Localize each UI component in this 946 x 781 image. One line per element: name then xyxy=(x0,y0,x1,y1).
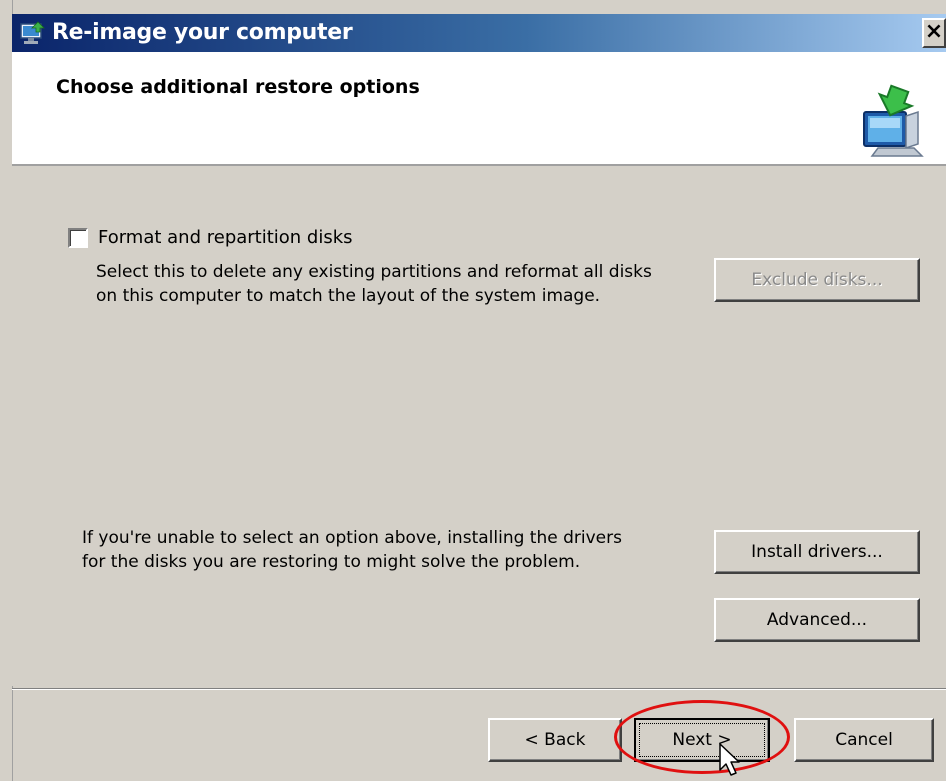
computer-restore-icon xyxy=(20,21,45,44)
advanced-button[interactable]: Advanced... xyxy=(714,598,920,642)
computer-restore-arrow-icon xyxy=(863,84,924,157)
cancel-button[interactable]: Cancel xyxy=(794,718,934,762)
close-button[interactable]: × xyxy=(922,18,946,48)
re-image-dialog: Re-image your computer × Choose addition… xyxy=(0,0,946,781)
next-button[interactable]: Next > xyxy=(634,718,770,762)
footer-divider xyxy=(12,688,946,690)
wizard-header: Choose additional restore options xyxy=(12,52,946,166)
format-repartition-label[interactable]: Format and repartition disks xyxy=(98,227,353,248)
format-description: Select this to delete any existing parti… xyxy=(96,260,652,308)
drivers-description-line1: If you're unable to select an option abo… xyxy=(82,528,622,548)
format-repartition-checkbox[interactable] xyxy=(68,228,88,248)
install-drivers-button[interactable]: Install drivers... xyxy=(714,530,920,574)
exclude-disks-button[interactable]: Exclude disks... xyxy=(714,258,920,302)
title-bar[interactable]: Re-image your computer × xyxy=(12,14,946,53)
format-description-line2: on this computer to match the layout of … xyxy=(96,286,601,306)
back-button[interactable]: < Back xyxy=(488,718,622,762)
format-description-line1: Select this to delete any existing parti… xyxy=(96,262,652,282)
wizard-body: Format and repartition disks Select this… xyxy=(12,166,946,686)
page-title: Choose additional restore options xyxy=(56,76,420,98)
mouse-pointer-icon xyxy=(719,743,740,776)
drivers-description: If you're unable to select an option abo… xyxy=(82,526,622,574)
window-title: Re-image your computer xyxy=(52,20,353,45)
close-icon: × xyxy=(924,19,944,44)
drivers-description-line2: for the disks you are restoring to might… xyxy=(82,552,581,572)
